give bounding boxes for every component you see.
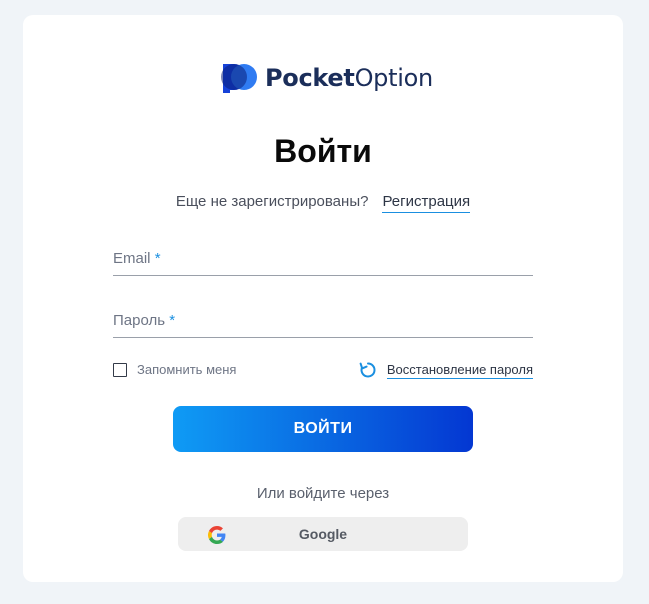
password-input[interactable] (113, 309, 533, 337)
refresh-icon (359, 361, 387, 379)
register-row: Еще не зарегистрированы? Регистрация (23, 191, 623, 213)
pocket-option-logo-icon (221, 62, 259, 94)
password-recovery-link[interactable]: Восстановление пароля (359, 361, 533, 379)
login-card: PocketOption Войти Еще не зарегистрирова… (23, 15, 623, 582)
logo-wordmark: PocketOption (265, 61, 433, 95)
brand-logo[interactable]: PocketOption (221, 61, 433, 95)
login-button[interactable]: ВОЙТИ (173, 406, 473, 452)
alt-login-label: Или войдите через (256, 485, 390, 502)
google-login-button[interactable]: Google (178, 517, 468, 551)
register-prompt: Еще не зарегистрированы? (175, 193, 369, 210)
password-field[interactable]: Пароль * (113, 309, 533, 338)
register-link[interactable]: Регистрация (382, 192, 471, 213)
logo-pocket-text: Pocket (265, 64, 355, 92)
page-title: Войти (274, 133, 372, 169)
remember-me-label: Запомнить меня (137, 362, 237, 377)
checkbox-box[interactable] (113, 362, 127, 377)
email-field[interactable]: Email * (113, 247, 533, 276)
remember-me-checkbox[interactable]: Запомнить меня (113, 362, 236, 377)
email-input[interactable] (113, 247, 533, 275)
password-recovery-label: Восстановление пароля (386, 362, 533, 379)
logo-option-text: Option (354, 64, 434, 92)
google-label: Google (298, 526, 348, 542)
